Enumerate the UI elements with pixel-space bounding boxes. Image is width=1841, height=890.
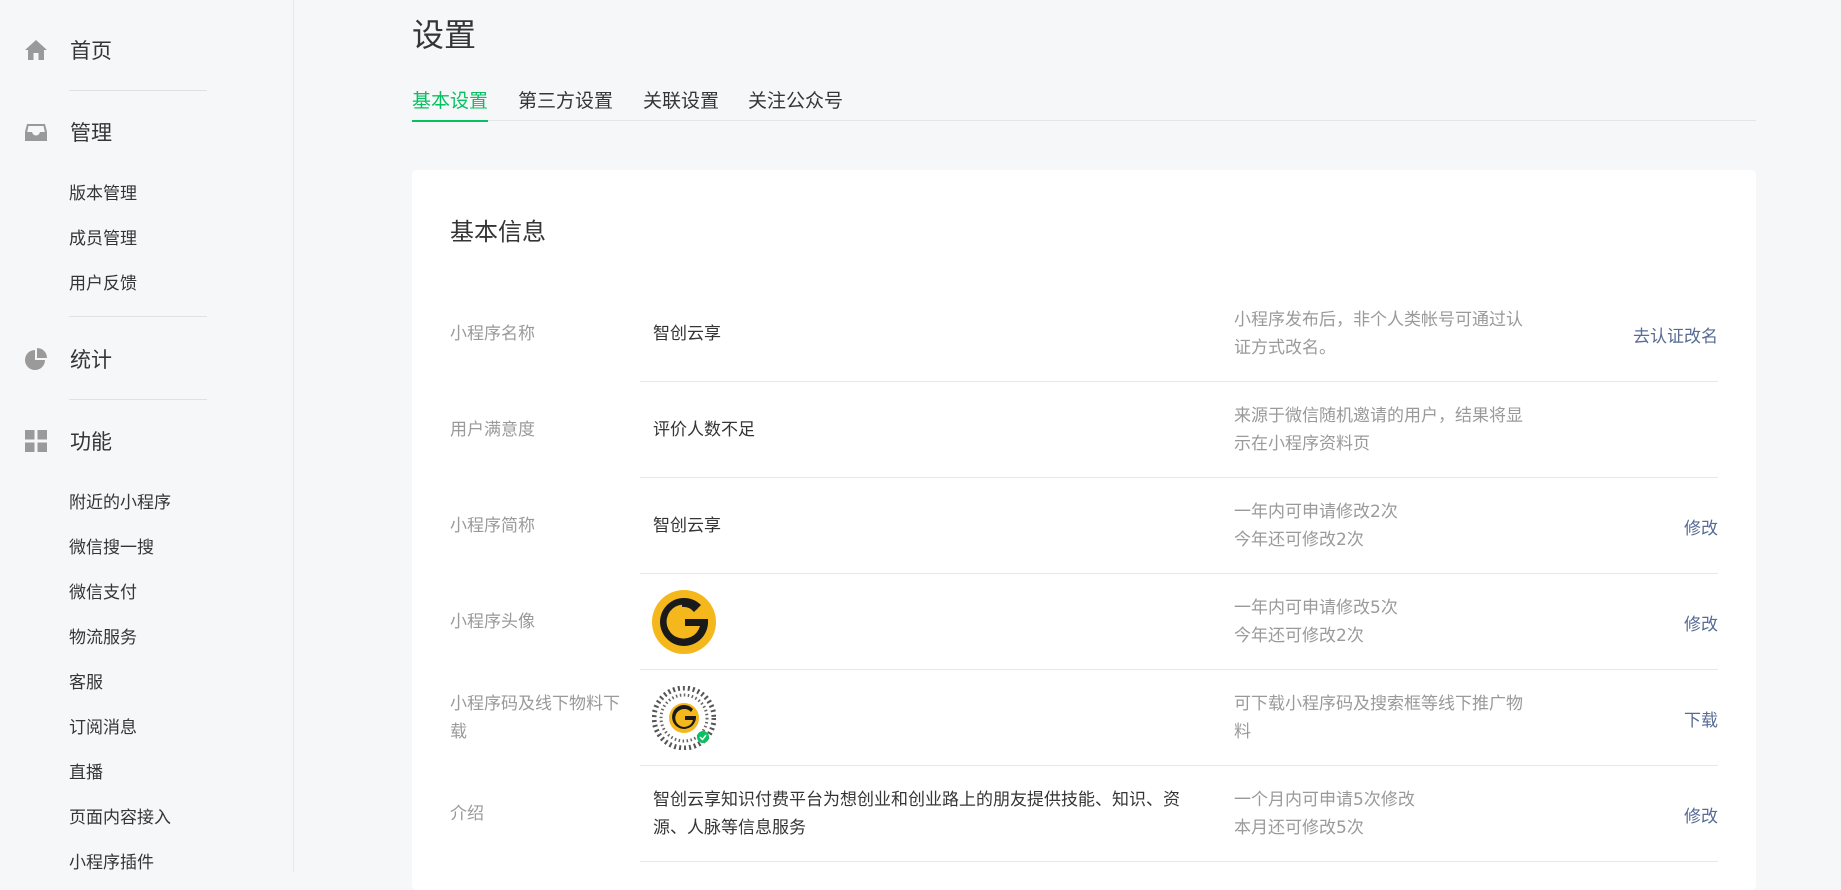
verify-rename-link[interactable]: 去认证改名 — [1633, 286, 1718, 382]
row-value: 评价人数不足 — [653, 420, 755, 440]
tip-line: 今年还可修改2次 — [1234, 626, 1364, 646]
sidebar-item-nearby[interactable]: 附近的小程序 — [69, 491, 171, 515]
divider — [69, 316, 207, 317]
nav-home-label: 首页 — [70, 39, 112, 63]
row-avatar: 小程序头像 一年内可申请修改5次 今年还可修改2次 修改 — [412, 574, 1756, 670]
row-tip: 可下载小程序码及搜索框等线下推广物 料 — [1234, 670, 1544, 766]
g-logo-icon — [653, 591, 715, 653]
tip-line: 来源于微信随机邀请的用户，结果将显 — [1234, 406, 1523, 426]
sidebar-item-content[interactable]: 页面内容接入 — [69, 806, 171, 830]
sidebar-item-pay[interactable]: 微信支付 — [69, 581, 137, 605]
tip-line: 示在小程序资料页 — [1234, 434, 1370, 454]
nav-stats[interactable]: 统计 — [24, 339, 112, 379]
sidebar-item-feedback[interactable]: 用户反馈 — [69, 272, 137, 296]
download-link[interactable]: 下载 — [1684, 670, 1718, 766]
row-divider — [640, 861, 1718, 862]
row-label: 小程序头像 — [450, 612, 535, 632]
nav-features[interactable]: 功能 — [24, 421, 112, 461]
basic-info-card: 基本信息 小程序名称 智创云享 小程序发布后，非个人类帐号可通过认 证方式改名。… — [412, 170, 1756, 890]
tip-line: 证方式改名。 — [1234, 338, 1336, 358]
sidebar-item-subscribe[interactable]: 订阅消息 — [69, 716, 137, 740]
row-label: 小程序简称 — [450, 516, 535, 536]
tip-line: 一年内可申请修改5次 — [1234, 598, 1398, 618]
edit-intro-link[interactable]: 修改 — [1684, 766, 1718, 862]
row-app-name: 小程序名称 智创云享 小程序发布后，非个人类帐号可通过认 证方式改名。 去认证改… — [412, 286, 1756, 382]
tab-follow-account[interactable]: 关注公众号 — [748, 86, 843, 120]
edit-avatar-link[interactable]: 修改 — [1684, 574, 1718, 670]
sidebar-item-search[interactable]: 微信搜一搜 — [69, 536, 154, 560]
sidebar-item-members[interactable]: 成员管理 — [69, 227, 137, 251]
tip-line: 一个月内可申请5次修改 — [1234, 790, 1415, 810]
nav-manage[interactable]: 管理 — [24, 112, 112, 152]
sidebar-item-live[interactable]: 直播 — [69, 761, 103, 785]
tip-line: 料 — [1234, 722, 1251, 742]
pie-chart-icon — [24, 347, 48, 371]
avatar — [652, 590, 716, 654]
settings-tabs: 基本设置 第三方设置 关联设置 关注公众号 — [412, 82, 1756, 122]
nav-manage-label: 管理 — [70, 121, 112, 145]
row-value — [651, 670, 1213, 766]
row-value: 智创云享 — [653, 324, 721, 344]
row-intro: 介绍 智创云享知识付费平台为想创业和创业路上的朋友提供技能、知识、资源、人脉等信… — [412, 766, 1756, 862]
tip-line: 一年内可申请修改2次 — [1234, 502, 1398, 522]
tip-line: 今年还可修改2次 — [1234, 530, 1364, 550]
row-value — [652, 574, 1213, 670]
edit-short-name-link[interactable]: 修改 — [1684, 478, 1718, 574]
row-tip: 来源于微信随机邀请的用户，结果将显 示在小程序资料页 — [1234, 382, 1544, 478]
card-title: 基本信息 — [450, 218, 546, 246]
row-label: 小程序名称 — [450, 324, 535, 344]
inbox-icon — [24, 120, 48, 144]
tip-line: 本月还可修改5次 — [1234, 818, 1364, 838]
row-value: 智创云享知识付费平台为想创业和创业路上的朋友提供技能、知识、资源、人脉等信息服务 — [653, 790, 1180, 838]
sidebar-item-plugins[interactable]: 小程序插件 — [69, 851, 154, 875]
page-title: 设置 — [412, 16, 477, 54]
home-icon — [24, 38, 48, 62]
row-label: 小程序码及线下物料下载 — [450, 694, 620, 742]
sidebar: 首页 管理 版本管理 成员管理 用户反馈 统计 功能 附近的小程序 微信搜一搜 … — [0, 0, 294, 875]
sidebar-item-version[interactable]: 版本管理 — [69, 182, 137, 206]
row-label: 用户满意度 — [450, 420, 535, 440]
tab-basic-settings[interactable]: 基本设置 — [412, 86, 489, 122]
row-qrcode: 小程序码及线下物料下载 可下载小程序码及搜索框等线下推广物 料 下载 — [412, 670, 1756, 766]
tab-association[interactable]: 关联设置 — [643, 86, 719, 120]
sidebar-item-service[interactable]: 客服 — [69, 671, 103, 695]
row-tip: 一个月内可申请5次修改 本月还可修改5次 — [1234, 766, 1544, 862]
divider — [69, 90, 207, 91]
nav-features-label: 功能 — [70, 430, 112, 454]
row-tip: 小程序发布后，非个人类帐号可通过认 证方式改名。 — [1234, 286, 1544, 382]
nav-home[interactable]: 首页 — [24, 30, 112, 70]
row-tip: 一年内可申请修改2次 今年还可修改2次 — [1234, 478, 1544, 574]
tab-third-party[interactable]: 第三方设置 — [518, 86, 613, 120]
sidebar-item-logistics[interactable]: 物流服务 — [69, 626, 137, 650]
row-value: 智创云享 — [653, 516, 721, 536]
grid-icon — [24, 429, 48, 453]
nav-stats-label: 统计 — [70, 348, 112, 372]
tip-line: 小程序发布后，非个人类帐号可通过认 — [1234, 310, 1523, 330]
tip-line: 可下载小程序码及搜索框等线下推广物 — [1234, 694, 1523, 714]
divider — [69, 399, 207, 400]
row-label: 介绍 — [450, 804, 484, 824]
row-tip: 一年内可申请修改5次 今年还可修改2次 — [1234, 574, 1544, 670]
mini-program-code-icon — [651, 685, 717, 751]
row-short-name: 小程序简称 智创云享 一年内可申请修改2次 今年还可修改2次 修改 — [412, 478, 1756, 574]
row-satisfaction: 用户满意度 评价人数不足 来源于微信随机邀请的用户，结果将显 示在小程序资料页 — [412, 382, 1756, 478]
